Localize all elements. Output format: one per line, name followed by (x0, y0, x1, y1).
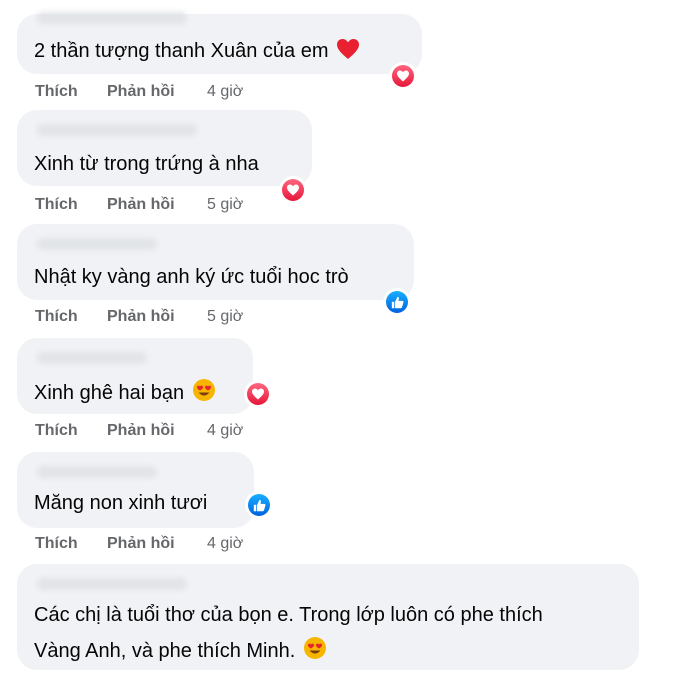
comment-time: 4 giờ (207, 422, 244, 439)
comment-text-content: Xinh từ trong trứng à nha (34, 153, 259, 175)
comment-text: Nhật ky vàng anh ký ức tuổi hoc trò (34, 266, 349, 289)
comment-text: Măng non xinh tươi (34, 492, 207, 515)
reply-action[interactable]: Phản hồi (107, 535, 175, 553)
comment-text: Xinh ghê hai bạn (34, 378, 216, 408)
love-reaction-icon[interactable] (389, 62, 417, 90)
heart-eyes-emoji-icon (303, 636, 327, 666)
comment-text-line-2: Vàng Anh, và phe thích Minh. (34, 636, 327, 666)
blurred-username (37, 238, 157, 250)
comment-text: 2 thần tượng thanh Xuân của em (34, 38, 360, 66)
comment-text-content: Các chị là tuổi thơ của bọn e. Trong lớp… (34, 604, 543, 626)
blurred-username (37, 352, 147, 364)
like-action[interactable]: Thích (35, 422, 78, 440)
blurred-username (37, 466, 157, 478)
like-action[interactable]: Thích (35, 308, 78, 326)
like-action[interactable]: Thích (35, 535, 78, 553)
blurred-username (37, 124, 197, 136)
like-reaction-icon[interactable] (245, 491, 273, 519)
heart-emoji-icon (336, 38, 360, 66)
heart-eyes-emoji-icon (192, 378, 216, 408)
comment-time: 4 giờ (207, 535, 244, 552)
reply-action[interactable]: Phản hồi (107, 422, 175, 440)
like-reaction-icon[interactable] (383, 288, 411, 316)
comment-time: 4 giờ (207, 83, 244, 100)
like-action[interactable]: Thích (35, 196, 78, 214)
comment-bubble: Nhật ky vàng anh ký ức tuổi hoc trò (17, 224, 414, 300)
comment-text: Xinh từ trong trứng à nha (34, 153, 259, 176)
comment-bubble: 2 thần tượng thanh Xuân của em (17, 12, 422, 74)
blurred-username (37, 578, 187, 590)
comment-text-line-1: Các chị là tuổi thơ của bọn e. Trong lớp… (34, 604, 543, 627)
comment-text-content: 2 thần tượng thanh Xuân của em (34, 40, 329, 62)
comment-text-content: Xinh ghê hai bạn (34, 382, 185, 404)
comment-time: 5 giờ (207, 308, 244, 325)
like-action[interactable]: Thích (35, 83, 78, 101)
comment-text-content: Nhật ky vàng anh ký ức tuổi hoc trò (34, 266, 349, 288)
reply-action[interactable]: Phản hồi (107, 83, 175, 101)
blurred-username (37, 12, 187, 24)
comment-bubble: Măng non xinh tươi (17, 452, 254, 528)
reply-action[interactable]: Phản hồi (107, 196, 175, 214)
love-reaction-icon[interactable] (244, 380, 272, 408)
comment-time: 5 giờ (207, 196, 244, 213)
reply-action[interactable]: Phản hồi (107, 308, 175, 326)
comment-bubble: Xinh từ trong trứng à nha (17, 110, 312, 186)
comment-bubble: Các chị là tuổi thơ của bọn e. Trong lớp… (17, 564, 639, 670)
love-reaction-icon[interactable] (279, 176, 307, 204)
comment-text-content: Vàng Anh, và phe thích Minh. (34, 640, 296, 662)
comment-bubble: Xinh ghê hai bạn (17, 338, 253, 414)
comment-text-content: Măng non xinh tươi (34, 492, 208, 514)
